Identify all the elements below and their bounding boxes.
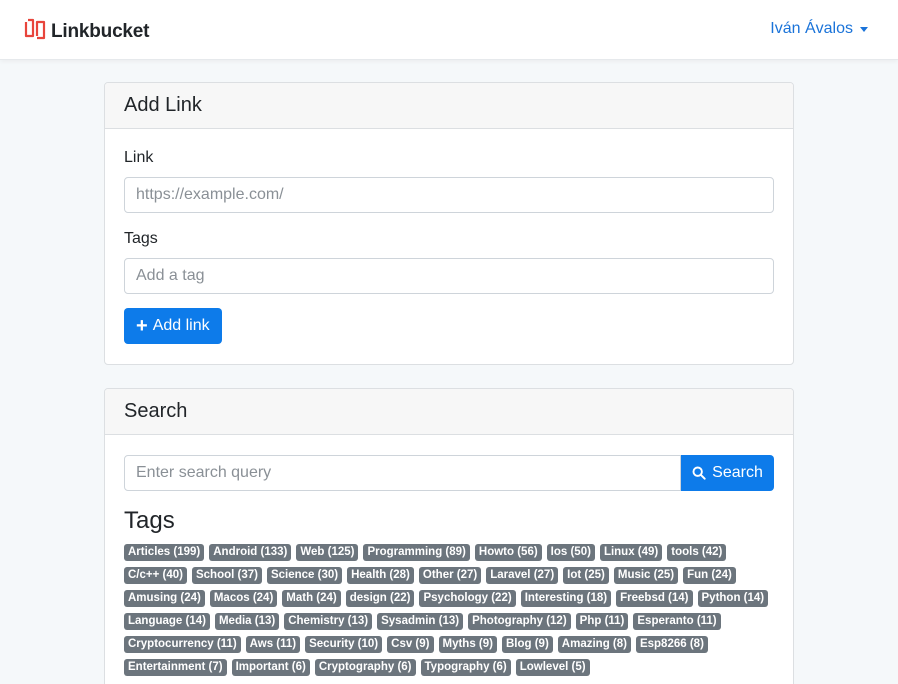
tag-badge[interactable]: Blog (9) [501, 636, 553, 653]
tag-badge[interactable]: Ios (50) [546, 544, 595, 561]
tag-badge[interactable]: Myths (9) [438, 636, 497, 653]
add-link-title: Add Link [105, 83, 793, 129]
linkbucket-logo-icon [24, 18, 46, 45]
link-input[interactable] [124, 177, 774, 213]
tag-badge[interactable]: Freebsd (14) [616, 590, 693, 607]
brand-logo[interactable]: Linkbucket [24, 18, 150, 45]
tag-badge[interactable]: Math (24) [282, 590, 341, 607]
user-menu-dropdown[interactable]: Iván Ávalos [770, 20, 868, 38]
tag-badge[interactable]: Typography (6) [420, 659, 511, 676]
tag-badge[interactable]: Python (14) [697, 590, 769, 607]
plus-icon: + [136, 315, 148, 337]
tag-badge[interactable]: School (37) [191, 567, 262, 584]
link-label: Link [124, 149, 154, 166]
tag-badge[interactable]: Security (10) [305, 636, 383, 653]
tag-badge[interactable]: Entertainment (7) [124, 659, 227, 676]
tag-badge[interactable]: Chemistry (13) [284, 613, 373, 630]
search-bar: Search [124, 455, 774, 491]
tag-badge[interactable]: Aws (11) [245, 636, 301, 653]
search-input[interactable] [124, 455, 681, 491]
tag-badge[interactable]: Photography (12) [468, 613, 571, 630]
tag-badge[interactable]: Cryptocurrency (11) [124, 636, 241, 653]
tag-badge[interactable]: Health (28) [347, 567, 414, 584]
tag-badge[interactable]: Php (11) [575, 613, 629, 630]
tags-heading: Tags [124, 507, 175, 534]
search-card: Search Search Tags Articles (199)Android… [104, 388, 794, 684]
tag-badge[interactable]: Other (27) [418, 567, 482, 584]
tag-badge[interactable]: Articles (199) [124, 544, 205, 561]
tag-badge[interactable]: Music (25) [613, 567, 679, 584]
tag-badge[interactable]: Programming (89) [363, 544, 470, 561]
tag-badge[interactable]: Cryptography (6) [314, 659, 416, 676]
user-name: Iván Ávalos [770, 20, 853, 37]
tag-badge[interactable]: Science (30) [266, 567, 343, 584]
tag-badge[interactable]: Language (14) [124, 613, 210, 630]
brand-name: Linkbucket [51, 20, 150, 42]
tag-badge[interactable]: C/c++ (40) [124, 567, 187, 584]
tag-badge[interactable]: Sysadmin (13) [377, 613, 464, 630]
tag-badge[interactable]: Macos (24) [209, 590, 278, 607]
top-navbar: Linkbucket Iván Ávalos [0, 0, 898, 60]
tag-badge[interactable]: Linux (49) [599, 544, 663, 561]
tag-badge[interactable]: Csv (9) [387, 636, 434, 653]
search-button[interactable]: Search [681, 455, 774, 491]
tag-badge[interactable]: Media (13) [214, 613, 280, 630]
tag-cloud: Articles (199) Android (133) Web (125) Prog… [124, 544, 779, 676]
tag-badge[interactable]: Psychology (22) [419, 590, 516, 607]
tag-badge[interactable]: tools (42) [667, 544, 727, 561]
tag-badge[interactable]: Lowlevel (5) [515, 659, 590, 676]
tag-badge[interactable]: Howto (56) [474, 544, 542, 561]
tags-label: Tags [124, 230, 158, 247]
chevron-down-icon [860, 26, 868, 32]
tag-badge[interactable]: Important (6) [231, 659, 310, 676]
tag-badge[interactable]: Iot (25) [563, 567, 609, 584]
tags-input[interactable] [124, 258, 774, 294]
tag-badge[interactable]: Android (133) [209, 544, 292, 561]
tag-badge[interactable]: Web (125) [296, 544, 359, 561]
tag-badge[interactable]: Esp8266 (8) [635, 636, 708, 653]
search-title: Search [105, 389, 793, 435]
search-icon [692, 466, 706, 480]
add-link-card: Add Link Link Tags + Add link [104, 82, 794, 365]
tag-badge[interactable]: Amusing (24) [124, 590, 205, 607]
add-link-button[interactable]: + Add link [124, 308, 222, 344]
tag-badge[interactable]: Fun (24) [683, 567, 736, 584]
add-link-button-label: Add link [152, 317, 210, 334]
search-button-label: Search [712, 464, 763, 481]
tag-badge[interactable]: Laravel (27) [486, 567, 559, 584]
tag-badge[interactable]: Interesting (18) [520, 590, 612, 607]
tag-badge[interactable]: Amazing (8) [557, 636, 631, 653]
tag-badge[interactable]: design (22) [345, 590, 415, 607]
tag-badge[interactable]: Esperanto (11) [633, 613, 721, 630]
